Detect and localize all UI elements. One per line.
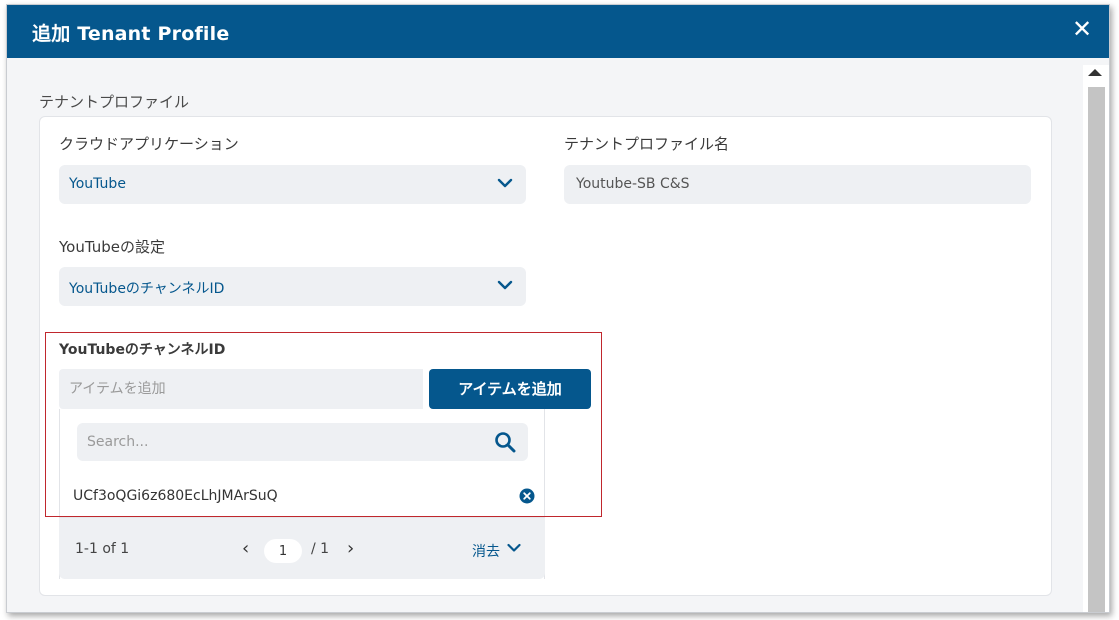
section-title: テナントプロファイル (39, 93, 190, 111)
page-number-input[interactable] (264, 539, 302, 563)
prev-page-button[interactable]: ‹ (242, 538, 249, 559)
next-page-button[interactable]: › (347, 538, 354, 559)
tenant-profile-name-label: テナントプロファイル名 (564, 135, 730, 153)
dialog-title: 追加 Tenant Profile (32, 23, 230, 45)
channel-id-value: UCf3oQGi6z680EcLhJMArSuQ (73, 488, 278, 504)
dialog-header: 追加 Tenant Profile ✕ (7, 5, 1109, 58)
scroll-up-arrow[interactable] (1088, 69, 1102, 76)
dialog: 追加 Tenant Profile ✕ テナントプロファイル クラウドアプリケー… (6, 4, 1110, 613)
search-input[interactable]: Search... (77, 423, 528, 461)
add-item-input[interactable] (59, 369, 423, 409)
channel-id-label: YouTubeのチャンネルID (59, 342, 226, 358)
search-icon[interactable] (494, 431, 516, 453)
cloud-app-select[interactable]: YouTube (59, 165, 526, 204)
close-button[interactable]: ✕ (1069, 16, 1095, 42)
chevron-down-icon (497, 178, 513, 188)
pagination: 1-1 of 1 ‹ / 1 › 消去 (59, 517, 545, 579)
remove-circle-icon[interactable] (519, 488, 535, 504)
cloud-app-label: クラウドアプリケーション (59, 135, 239, 153)
tenant-profile-name-field[interactable]: Youtube-SB C&S (564, 165, 1031, 204)
youtube-settings-select[interactable]: YouTubeのチャンネルID (59, 267, 526, 306)
pagination-range: 1-1 of 1 (75, 541, 130, 557)
scroll-thumb[interactable] (1088, 87, 1105, 612)
clear-button[interactable]: 消去 (472, 541, 500, 561)
scrollbar[interactable] (1083, 65, 1109, 612)
chevron-down-icon[interactable] (506, 540, 522, 556)
page-total: / 1 (311, 541, 330, 557)
youtube-settings-value: YouTubeのチャンネルID (69, 281, 225, 297)
list-item: UCf3oQGi6z680EcLhJMArSuQ (73, 486, 535, 508)
chevron-down-icon (497, 280, 513, 290)
tenant-profile-name-value: Youtube-SB C&S (576, 176, 690, 192)
add-item-button[interactable]: アイテムを追加 (429, 369, 591, 409)
close-icon: ✕ (1071, 15, 1093, 43)
youtube-settings-label: YouTubeの設定 (59, 238, 165, 256)
search-placeholder: Search... (87, 434, 149, 450)
cloud-app-value: YouTube (69, 176, 126, 192)
